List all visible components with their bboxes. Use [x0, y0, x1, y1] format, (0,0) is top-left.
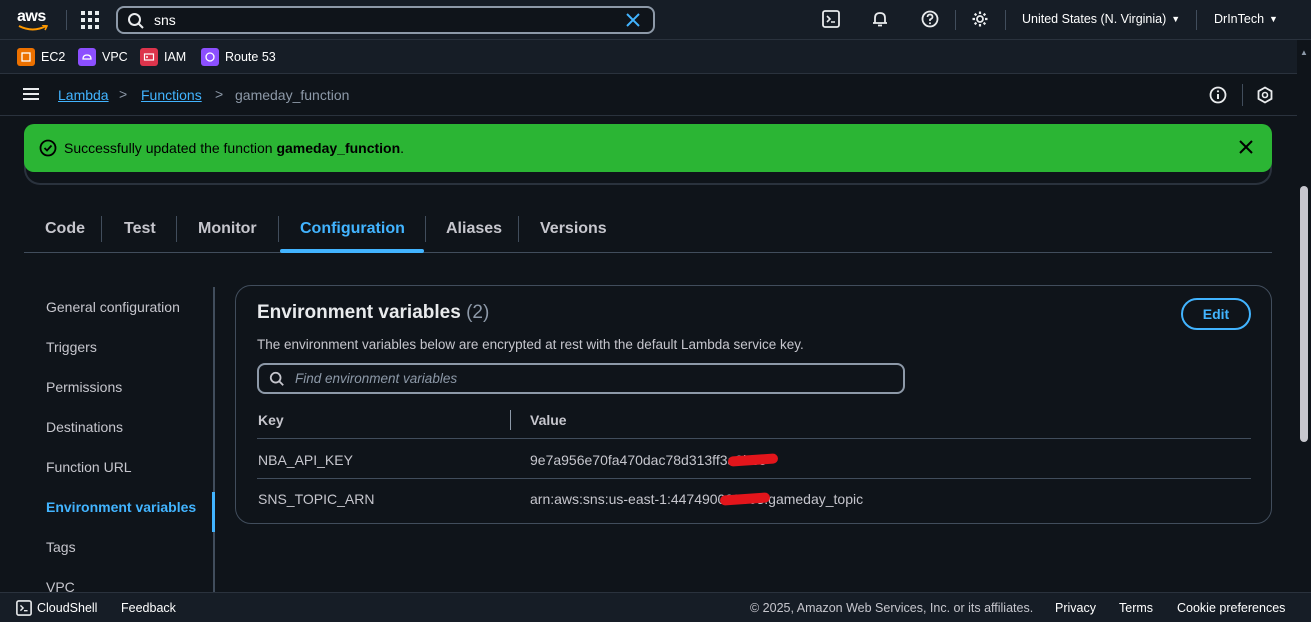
breadcrumb-functions[interactable]: Functions	[141, 87, 202, 103]
active-side-item-indicator	[212, 492, 215, 532]
help-icon[interactable]	[921, 10, 939, 28]
filter-placeholder: Find environment variables	[295, 371, 458, 386]
divider	[518, 216, 519, 242]
terms-link[interactable]: Terms	[1119, 601, 1153, 615]
clear-search-icon[interactable]	[625, 12, 641, 28]
divider	[176, 216, 177, 242]
favorite-iam[interactable]: IAM	[140, 48, 186, 66]
divider	[955, 10, 956, 30]
divider	[1242, 84, 1243, 106]
side-item-triggers[interactable]: Triggers	[46, 339, 97, 355]
side-item-destinations[interactable]: Destinations	[46, 419, 123, 435]
route53-icon	[201, 48, 219, 66]
aws-logo[interactable]: aws	[16, 6, 50, 34]
edit-button[interactable]: Edit	[1181, 298, 1251, 330]
row-value: arn:aws:sns:us-east-1:447490000003:gamed…	[530, 491, 864, 507]
breadcrumb-bar: Lambda > Functions > gameday_function	[0, 74, 1311, 116]
column-divider	[510, 410, 511, 430]
breadcrumb-current: gameday_function	[235, 87, 350, 103]
tab-aliases[interactable]: Aliases	[446, 220, 502, 238]
side-menu-divider	[213, 287, 215, 593]
info-icon[interactable]	[1209, 86, 1227, 104]
bell-icon[interactable]	[871, 10, 889, 28]
vpc-icon	[78, 48, 96, 66]
column-header-key: Key	[258, 412, 284, 428]
settings-hexagon-icon[interactable]	[1256, 86, 1274, 104]
panel-title: Environment variables (2)	[257, 302, 490, 323]
tab-monitor[interactable]: Monitor	[198, 220, 257, 238]
divider	[1005, 10, 1006, 30]
cloudshell-icon[interactable]	[822, 10, 840, 28]
services-grid-icon[interactable]	[81, 11, 99, 29]
caret-down-icon: ▼	[1269, 14, 1278, 24]
row-divider	[257, 478, 1251, 479]
divider	[66, 10, 67, 30]
privacy-link[interactable]: Privacy	[1055, 601, 1096, 615]
side-item-environment-variables[interactable]: Environment variables	[46, 499, 196, 515]
aws-smile-icon	[18, 25, 48, 31]
divider	[101, 216, 102, 242]
side-item-function-url[interactable]: Function URL	[46, 459, 132, 475]
caret-down-icon: ▼	[1171, 14, 1181, 24]
tab-test[interactable]: Test	[124, 220, 156, 238]
scroll-thumb[interactable]	[1300, 186, 1308, 442]
environment-variables-panel: Environment variables (2) Edit The envir…	[235, 285, 1272, 524]
iam-icon	[140, 48, 158, 66]
scroll-up-icon[interactable]: ▲	[1300, 48, 1308, 57]
cloudshell-button[interactable]: CloudShell	[16, 600, 97, 616]
copyright: © 2025, Amazon Web Services, Inc. or its…	[750, 601, 1034, 615]
row-key: NBA_API_KEY	[258, 452, 353, 468]
tab-code[interactable]: Code	[45, 220, 85, 238]
chevron-right-icon: >	[119, 86, 128, 102]
region-selector[interactable]: United States (N. Virginia) ▼	[1022, 12, 1180, 26]
console-footer: CloudShell Feedback © 2025, Amazon Web S…	[0, 592, 1311, 622]
row-divider	[257, 438, 1251, 439]
success-flash: Successfully updated the function gameda…	[24, 124, 1272, 172]
breadcrumb-lambda[interactable]: Lambda	[58, 87, 109, 103]
favorites-bar: EC2 VPC IAM Route 53	[0, 40, 1311, 74]
gear-icon[interactable]	[971, 10, 989, 28]
flash-message: Successfully updated the function gameda…	[64, 140, 405, 156]
search-icon	[128, 13, 144, 29]
favorite-vpc[interactable]: VPC	[78, 48, 128, 66]
feedback-link[interactable]: Feedback	[121, 601, 176, 615]
success-check-icon	[39, 139, 57, 157]
search-value: sns	[154, 12, 176, 28]
divider	[1196, 10, 1197, 30]
ec2-icon	[17, 48, 35, 66]
variable-count: (2)	[466, 302, 490, 323]
redaction-mark	[727, 453, 779, 467]
side-item-permissions[interactable]: Permissions	[46, 379, 122, 395]
page-scrollbar[interactable]: ▲	[1297, 40, 1311, 592]
tab-configuration[interactable]: Configuration	[300, 220, 405, 238]
side-item-general-configuration[interactable]: General configuration	[46, 299, 180, 315]
find-variables-input[interactable]: Find environment variables	[257, 363, 905, 394]
top-navigation: aws sns United States (N. Virginia) ▼ Dr…	[0, 0, 1311, 40]
search-icon	[269, 371, 284, 386]
row-key: SNS_TOPIC_ARN	[258, 491, 375, 507]
divider	[278, 216, 279, 242]
global-search-input[interactable]: sns	[116, 6, 655, 34]
column-header-value: Value	[530, 412, 567, 428]
configuration-side-menu: General configuration Triggers Permissio…	[24, 287, 215, 595]
active-tab-indicator	[280, 249, 424, 253]
divider	[425, 216, 426, 242]
favorite-ec2[interactable]: EC2	[17, 48, 65, 66]
chevron-right-icon: >	[215, 86, 224, 102]
menu-icon[interactable]	[23, 88, 39, 101]
side-item-tags[interactable]: Tags	[46, 539, 76, 555]
cloudshell-icon	[16, 600, 32, 616]
function-tabs: Code Test Monitor Configuration Aliases …	[24, 210, 1272, 253]
favorite-route53[interactable]: Route 53	[201, 48, 276, 66]
tab-versions[interactable]: Versions	[540, 220, 607, 238]
dismiss-icon[interactable]	[1238, 139, 1254, 155]
account-menu[interactable]: DrInTech ▼	[1214, 12, 1278, 26]
cookie-preferences-link[interactable]: Cookie preferences	[1177, 601, 1285, 615]
panel-description: The environment variables below are encr…	[257, 337, 804, 352]
